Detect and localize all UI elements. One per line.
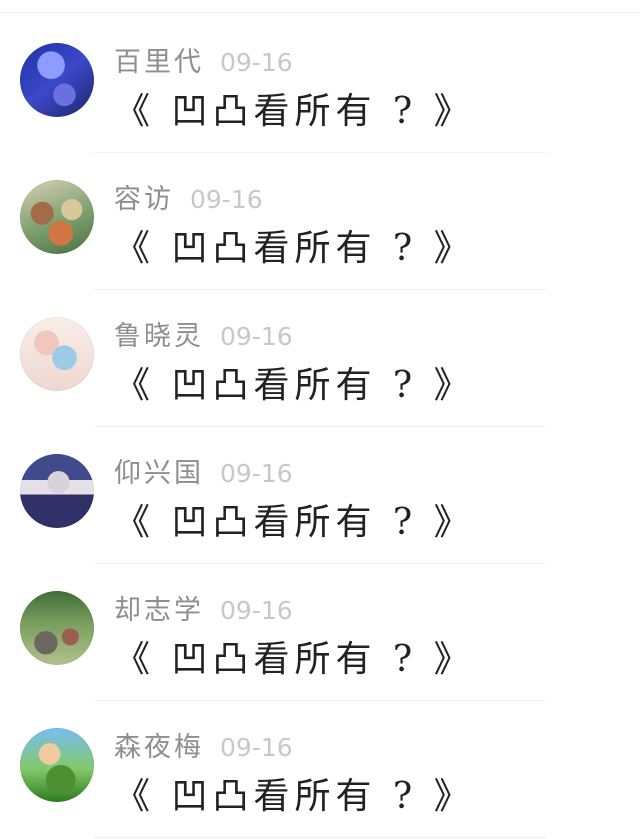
- comment-date: 09-16: [220, 596, 293, 625]
- list-item[interactable]: 却志学 09-16 《 凹凸看所有 ? 》: [0, 564, 640, 701]
- avatar-icon[interactable]: [20, 728, 94, 802]
- comment-date: 09-16: [220, 48, 293, 77]
- list-item[interactable]: 容访 09-16 《 凹凸看所有 ? 》: [0, 153, 640, 290]
- avatar-icon[interactable]: [20, 454, 94, 528]
- comment-text: 《 凹凸看所有 ? 》: [114, 365, 475, 406]
- comment-screen: 百里代 09-16 《 凹凸看所有 ? 》 容访 09-16 《 凹凸看所有 ?…: [0, 0, 640, 839]
- comment-meta: 百里代 09-16: [114, 40, 293, 78]
- comment-meta: 容访 09-16: [114, 177, 263, 215]
- comment-text: 《 凹凸看所有 ? 》: [114, 228, 475, 269]
- list-item[interactable]: 百里代 09-16 《 凹凸看所有 ? 》: [0, 16, 640, 153]
- comment-meta: 仰兴国 09-16: [114, 451, 293, 489]
- row-divider: [94, 837, 546, 838]
- list-item[interactable]: 鲁晓灵 09-16 《 凹凸看所有 ? 》: [0, 290, 640, 427]
- list-item[interactable]: 森夜梅 09-16 《 凹凸看所有 ? 》: [0, 701, 640, 838]
- comment-text: 《 凹凸看所有 ? 》: [114, 776, 475, 817]
- avatar-icon[interactable]: [20, 43, 94, 117]
- comment-text: 《 凹凸看所有 ? 》: [114, 639, 475, 680]
- comment-date: 09-16: [190, 185, 263, 214]
- comment-date: 09-16: [220, 322, 293, 351]
- user-name[interactable]: 仰兴国: [114, 451, 204, 490]
- user-name[interactable]: 百里代: [114, 40, 204, 79]
- comment-list: 百里代 09-16 《 凹凸看所有 ? 》 容访 09-16 《 凹凸看所有 ?…: [0, 16, 640, 838]
- top-divider: [0, 12, 640, 13]
- comment-meta: 森夜梅 09-16: [114, 725, 293, 763]
- comment-text: 《 凹凸看所有 ? 》: [114, 91, 475, 132]
- comment-meta: 鲁晓灵 09-16: [114, 314, 293, 352]
- avatar-icon[interactable]: [20, 317, 94, 391]
- comment-date: 09-16: [220, 459, 293, 488]
- avatar-icon[interactable]: [20, 591, 94, 665]
- user-name[interactable]: 却志学: [114, 588, 204, 627]
- list-item[interactable]: 仰兴国 09-16 《 凹凸看所有 ? 》: [0, 427, 640, 564]
- user-name[interactable]: 容访: [114, 177, 174, 216]
- comment-meta: 却志学 09-16: [114, 588, 293, 626]
- user-name[interactable]: 森夜梅: [114, 725, 204, 764]
- avatar-icon[interactable]: [20, 180, 94, 254]
- comment-date: 09-16: [220, 733, 293, 762]
- user-name[interactable]: 鲁晓灵: [114, 314, 204, 353]
- comment-text: 《 凹凸看所有 ? 》: [114, 502, 475, 543]
